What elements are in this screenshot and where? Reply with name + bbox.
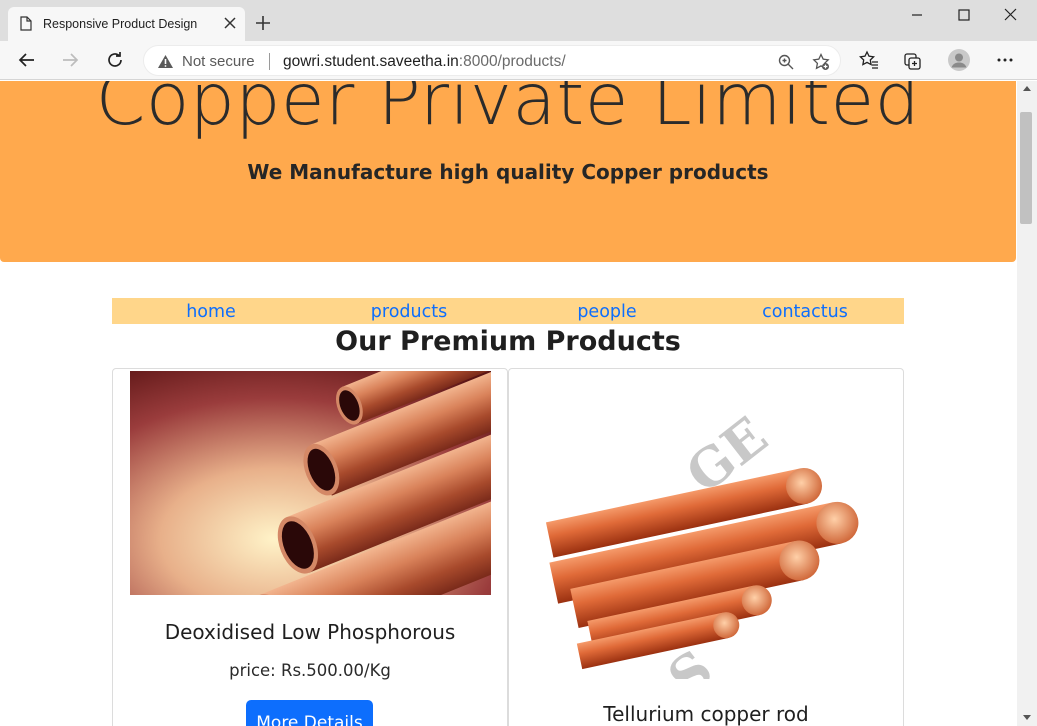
close-window-icon[interactable] [999,6,1021,24]
favorites-icon[interactable] [859,50,879,70]
nav-link-products[interactable]: products [310,298,508,324]
refresh-icon[interactable] [105,50,125,70]
section-title: Our Premium Products [335,326,681,357]
product-name: Tellurium copper rod [603,702,809,726]
hero-title: Copper Private Limited [95,81,921,141]
warning-icon[interactable] [157,54,174,69]
scrollbar-thumb[interactable] [1020,112,1032,224]
forward-icon[interactable] [60,50,80,70]
security-status[interactable]: Not secure [182,53,255,70]
browser-toolbar: Not secure gowri.student.saveetha.in:800… [0,41,1037,80]
back-icon[interactable] [17,50,37,70]
product-price: price: Rs.500.00/Kg [229,661,391,680]
scroll-up-icon[interactable] [1023,85,1031,93]
product-name: Deoxidised Low Phosphorous [164,620,456,644]
url-path: :8000/products/ [458,53,566,70]
add-favorite-icon[interactable] [812,53,830,71]
new-tab-icon[interactable] [254,14,272,32]
nav-link-people[interactable]: people [508,298,706,324]
copper-tubes-image [130,371,491,595]
zoom-icon[interactable] [777,53,795,71]
page-scrollbar[interactable] [1017,81,1037,726]
scroll-down-icon[interactable] [1023,713,1031,721]
address-bar[interactable]: Not secure gowri.student.saveetha.in:800… [143,45,841,76]
more-details-button[interactable]: More Details [246,700,373,726]
hero-banner: Copper Private Limited We Manufacture hi… [0,81,1016,262]
maximize-icon[interactable] [953,6,975,24]
more-options-icon[interactable] [995,50,1015,70]
collections-icon[interactable] [903,50,923,70]
product-card: Deoxidised Low Phosphorous price: Rs.500… [112,368,508,726]
copper-rods-image: S GE [544,409,874,679]
nav-link-contactus[interactable]: contactus [706,298,904,324]
tab-strip: Responsive Product Design [0,0,1037,41]
site-nav: home products people contactus [112,298,904,324]
product-card: S GE Tellurium copper rod [508,368,904,726]
nav-link-home[interactable]: home [112,298,310,324]
url-separator [269,53,270,70]
page-icon [20,16,32,31]
browser-tab[interactable]: Responsive Product Design [8,7,245,41]
profile-avatar-icon[interactable] [948,49,970,71]
page-viewport: Copper Private Limited We Manufacture hi… [0,81,1017,726]
tab-title: Responsive Product Design [43,17,198,31]
url-text[interactable]: gowri.student.saveetha.in:8000/products/ [283,53,566,71]
url-host: gowri.student.saveetha.in [283,53,459,70]
hero-subtitle: We Manufacture high quality Copper produ… [247,160,769,184]
close-tab-icon[interactable] [222,15,238,31]
minimize-icon[interactable] [906,6,928,24]
